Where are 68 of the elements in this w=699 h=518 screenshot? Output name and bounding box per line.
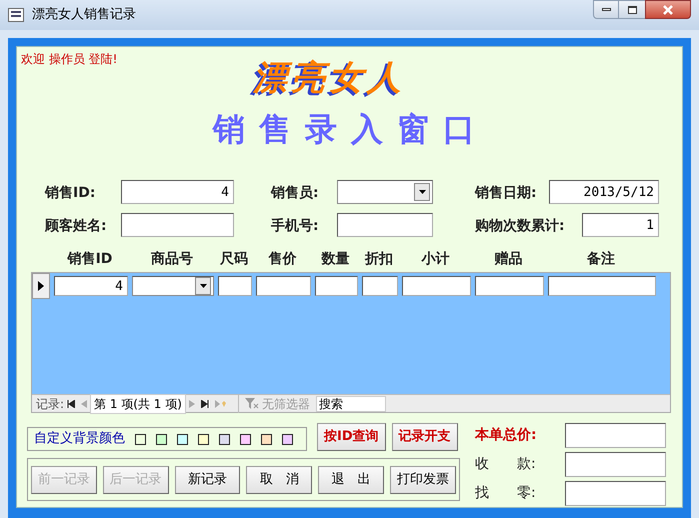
column-header: 售价 (268, 250, 298, 269)
field-label: 手机号: (271, 217, 319, 236)
close-button[interactable] (645, 0, 691, 19)
total-label: 找 零: (475, 484, 537, 503)
record-selector[interactable] (32, 273, 50, 299)
input-field[interactable] (475, 276, 544, 296)
minimize-button[interactable] (593, 0, 619, 19)
command-button[interactable]: 退 出 (318, 466, 384, 494)
input-field[interactable]: 4 (121, 180, 234, 204)
input-field[interactable] (256, 276, 311, 296)
input-field[interactable] (362, 276, 398, 296)
column-header: 销售ID (66, 250, 114, 269)
color-swatch[interactable] (261, 434, 272, 444)
column-header: 数量 (320, 250, 350, 269)
color-swatch[interactable] (135, 434, 146, 444)
total-label: 收 款: (475, 455, 537, 474)
dropdown-field[interactable] (337, 180, 433, 204)
first-record-icon[interactable] (67, 400, 76, 408)
input-field[interactable] (121, 213, 234, 237)
last-record-icon[interactable] (200, 400, 209, 408)
column-header: 赠品 (494, 250, 524, 269)
input-field[interactable] (218, 276, 252, 296)
filter-icon (244, 398, 259, 410)
search-field[interactable]: 搜索 (316, 396, 386, 412)
input-field[interactable] (565, 452, 666, 477)
maximize-button[interactable] (619, 0, 645, 19)
pointer-icon (38, 281, 44, 291)
input-field[interactable]: 1 (582, 213, 659, 237)
color-swatch[interactable] (240, 434, 251, 444)
column-header: 商品号 (150, 250, 194, 269)
command-button[interactable]: 新记录 (174, 466, 240, 494)
field-label: 销售日期: (475, 184, 537, 203)
input-field[interactable]: 2013/5/12 (549, 180, 659, 204)
color-swatch[interactable] (198, 434, 209, 444)
column-header: 备注 (586, 250, 616, 269)
color-swatch[interactable] (282, 434, 293, 444)
dropdown-field[interactable] (132, 276, 214, 296)
welcome-text: 欢迎 操作员 登陆! (21, 51, 118, 68)
field-label: 顾客姓名: (45, 216, 107, 236)
input-field[interactable] (402, 276, 471, 296)
window-icon (8, 8, 24, 22)
column-header: 小计 (420, 250, 450, 269)
action-button[interactable]: 按ID查询 (317, 423, 386, 451)
navigation-label: 记录: (36, 396, 64, 412)
record-position-field[interactable]: 第 1 项(共 1 项) (90, 394, 186, 414)
input-field[interactable] (337, 213, 433, 237)
color-swatch[interactable] (156, 434, 167, 444)
input-field[interactable] (565, 481, 666, 506)
column-header: 尺码 (218, 250, 249, 269)
command-button[interactable]: 取 消 (246, 466, 312, 494)
field-label: 销售ID: (45, 184, 96, 203)
column-header: 折扣 (364, 250, 394, 269)
input-field[interactable] (315, 276, 358, 296)
input-field[interactable] (548, 276, 656, 296)
close-icon (662, 4, 674, 14)
logo-text: 漂亮女人 (253, 57, 405, 100)
total-label: 本单总价: (475, 426, 538, 445)
window-title: 漂亮女人销售记录 (32, 6, 136, 24)
color-swatch[interactable] (177, 434, 188, 444)
form-heading: 销售录入窗口 (213, 109, 489, 150)
action-button[interactable]: 记录开支 (392, 423, 458, 451)
input-field[interactable] (565, 423, 666, 448)
command-button[interactable]: 打印发票 (390, 466, 456, 494)
color-picker-label: 自定义背景颜色 (34, 430, 125, 448)
input-field[interactable]: 4 (54, 276, 128, 296)
field-label: 销售员: (271, 184, 319, 203)
field-label: 购物次数累计: (475, 217, 565, 236)
color-swatch[interactable] (219, 434, 230, 444)
